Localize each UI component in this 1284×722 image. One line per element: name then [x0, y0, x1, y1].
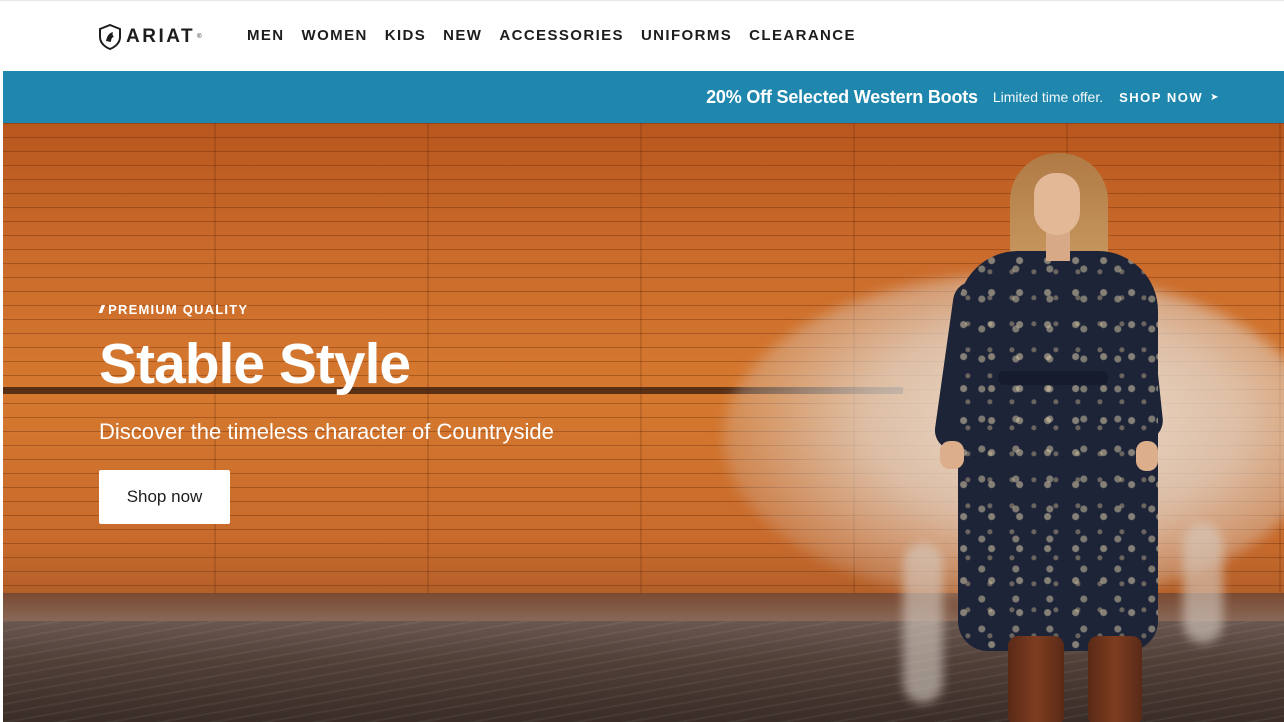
model-face — [1034, 173, 1080, 235]
nav-item-accessories[interactable]: ACCESSORIES — [499, 27, 624, 44]
nav-item-uniforms[interactable]: UNIFORMS — [641, 27, 732, 44]
site-header: ARIAT ® MEN WOMEN KIDS NEW ACCESSORIES U… — [0, 0, 1284, 71]
model-neck — [1046, 231, 1070, 261]
promo-cta-label: SHOP NOW — [1119, 89, 1204, 105]
shop-now-button[interactable]: Shop now — [99, 469, 230, 524]
brand-name: ARIAT — [126, 26, 196, 47]
nav-item-new[interactable]: NEW — [443, 27, 482, 44]
model-boot-left — [1008, 636, 1064, 722]
hero-content: /// PREMIUM QUALITY Stable Style Discove… — [99, 302, 659, 524]
main-nav: MEN WOMEN KIDS NEW ACCESSORIES UNIFORMS … — [247, 27, 856, 44]
promo-shop-now-link[interactable]: SHOP NOW ➤ — [1119, 90, 1220, 105]
promo-title[interactable]: 20% Off Selected Western Boots — [706, 87, 978, 108]
ariat-logo[interactable]: ARIAT ® — [98, 23, 202, 51]
model-boot-right — [1088, 636, 1142, 722]
hero-eyebrow: /// PREMIUM QUALITY — [99, 302, 659, 317]
promo-subtitle: Limited time offer. — [992, 89, 1104, 105]
trademark-mark: ® — [197, 34, 202, 40]
model-hand-right — [1136, 441, 1158, 471]
nav-item-women[interactable]: WOMEN — [302, 27, 368, 44]
horse-leg — [1183, 523, 1223, 643]
ariat-horse-icon — [99, 24, 121, 50]
nav-item-kids[interactable]: KIDS — [385, 27, 426, 44]
horse-leg — [903, 543, 943, 703]
model-hand-left — [940, 441, 964, 469]
slash-marks-icon: /// — [99, 303, 104, 316]
hero-title: Stable Style — [99, 332, 411, 396]
nav-item-men[interactable]: MEN — [247, 27, 285, 44]
promo-content: 20% Off Selected Western Boots Limited t… — [706, 71, 1220, 123]
model-belt — [998, 371, 1108, 385]
hero-banner[interactable]: /// PREMIUM QUALITY Stable Style Discove… — [3, 123, 1284, 722]
chevron-right-icon: ➤ — [1210, 91, 1220, 103]
model-dress — [958, 251, 1158, 651]
nav-item-clearance[interactable]: CLEARANCE — [749, 27, 856, 44]
hero-subtitle: Discover the timeless character of Count… — [99, 418, 554, 444]
hero-eyebrow-label: PREMIUM QUALITY — [108, 302, 249, 317]
model-image — [932, 151, 1168, 722]
promo-banner: 20% Off Selected Western Boots Limited t… — [3, 71, 1284, 123]
